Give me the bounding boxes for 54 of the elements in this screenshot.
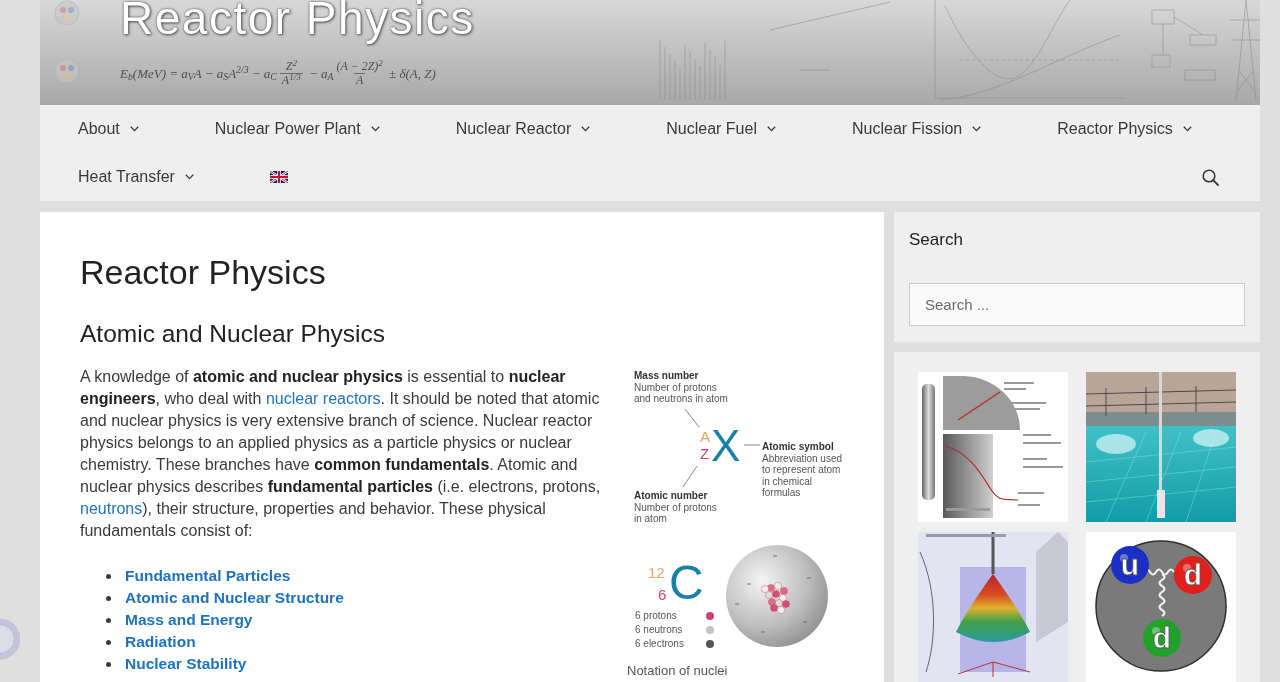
topic-link[interactable]: Atomic and Nuclear Structure — [125, 587, 344, 609]
bullet-icon — [106, 661, 111, 667]
element-symbol-text: X — [711, 426, 741, 466]
topic-link[interactable]: Nuclear Stability — [125, 653, 247, 675]
nav-link[interactable]: Nuclear Fuel — [628, 105, 814, 153]
nav-link[interactable]: About — [40, 105, 177, 153]
temperature-profile-drawing[interactable] — [918, 372, 1068, 522]
callout-title: Atomic number — [634, 490, 708, 502]
mass-number-text: A — [700, 429, 710, 445]
topic-link[interactable]: Mass and Energy — [125, 609, 253, 631]
bullet-icon — [106, 595, 111, 601]
bullet-icon — [106, 639, 111, 645]
atom-icon — [54, 58, 80, 84]
quark-ball: u — [1111, 546, 1149, 584]
callout-text: Abbreviation used to represent atom in chemical formulas — [762, 452, 843, 499]
cone-plot-drawing[interactable] — [918, 532, 1068, 682]
body-paragraph: A knowledge of atomic and nuclear physics is essential to nuclear engineers, who deal with nuclear reactors. It should be noted that atomic and nuclear physics is very extensive branch of science. Nuclear reactor physics belongs to an applied physics as a particle physics or nuclear chemistry. These branches have common fundamentals. Atomic and nuclear physics describes fundamental particles (i.e. electrons, protons, neutrons), their structure, properties and behavior. These physical fundamentals consist of: — [80, 367, 602, 541]
callout-title: Atomic symbol — [762, 441, 834, 453]
search-field[interactable]: Search ... — [909, 283, 1245, 326]
topic-link[interactable]: Radiation — [125, 631, 196, 653]
callout-text: Number of protons and neutrons in atom — [634, 381, 728, 405]
page-title: Reactor Physics — [80, 252, 327, 293]
element-symbol-text: C — [669, 562, 704, 604]
nav-link[interactable]: Nuclear Reactor — [417, 105, 629, 153]
flag-icon[interactable] — [269, 171, 288, 183]
photo-placeholder[interactable] — [1086, 372, 1236, 522]
leader-line — [743, 444, 761, 446]
atom-icon — [54, 0, 80, 26]
nav-link[interactable]: Reactor Physics — [1019, 105, 1230, 153]
text-link[interactable]: neutrons — [80, 500, 143, 517]
mass-number-text: 12 — [648, 565, 665, 581]
legend-text: 6 protons — [635, 609, 678, 623]
search-icon[interactable] — [1202, 168, 1219, 186]
legend-text: 6 electrons — [635, 637, 685, 651]
nav-link[interactable]: Nuclear Power Plant — [176, 105, 418, 153]
widget-title: Search — [909, 229, 963, 251]
section-heading: Atomic and Nuclear Physics — [80, 319, 386, 348]
bullet-icon — [106, 617, 111, 623]
nav-link[interactable]: Heat Transfer — [40, 153, 232, 201]
text-link[interactable]: nuclear reactors — [265, 390, 381, 407]
callout-title: Mass number — [634, 370, 699, 382]
topic-link[interactable]: Fundamental Particles — [125, 565, 291, 587]
legend-text: 6 neutrons — [635, 623, 684, 637]
quark-ball: d — [1143, 619, 1181, 657]
atomic-number-text: 6 — [658, 587, 667, 603]
nav-link[interactable]: Nuclear Fission — [813, 105, 1020, 153]
bullet-icon — [106, 573, 111, 579]
image-tile[interactable]: u d d — [1086, 532, 1236, 682]
callout-text: Number of protons in atom — [634, 501, 717, 525]
figure-caption: Notation of nuclei — [627, 663, 728, 679]
leader-line — [684, 408, 700, 428]
quark-ball: d — [1174, 556, 1212, 594]
atomic-number-text: Z — [700, 446, 710, 462]
leader-line — [682, 465, 698, 488]
